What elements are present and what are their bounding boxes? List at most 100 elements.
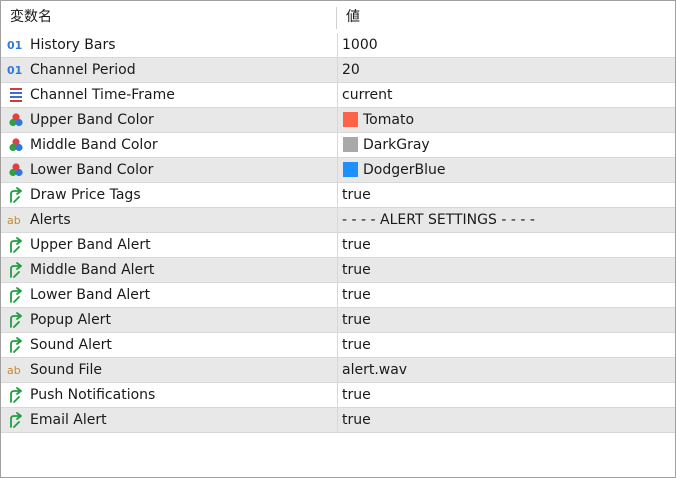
parameter-value: 1000 — [342, 37, 378, 53]
bool-icon — [7, 411, 25, 429]
parameter-value-cell[interactable]: true — [337, 258, 675, 282]
parameter-value: true — [342, 337, 371, 353]
parameter-name: Channel Period — [30, 62, 136, 78]
parameter-name-cell[interactable]: Lower Band Alert — [1, 283, 336, 307]
column-header-value[interactable]: 値 — [346, 1, 360, 33]
parameter-name-cell[interactable]: Email Alert — [1, 408, 336, 432]
parameter-name: Alerts — [30, 212, 71, 228]
parameter-value-cell[interactable]: true — [337, 183, 675, 207]
parameter-row-history-bars[interactable]: 01 History Bars 1000 — [1, 33, 675, 58]
parameter-name-cell[interactable]: Channel Time-Frame — [1, 83, 336, 107]
parameter-name: Middle Band Color — [30, 137, 158, 153]
column-divider[interactable] — [336, 7, 337, 29]
parameter-row-upper-band-color[interactable]: Upper Band Color Tomato — [1, 108, 675, 133]
parameter-value-cell[interactable]: - - - - ALERT SETTINGS - - - - — [337, 208, 675, 232]
parameter-value-cell[interactable]: 20 — [337, 58, 675, 82]
parameter-value: true — [342, 287, 371, 303]
parameter-name-cell[interactable]: Middle Band Alert — [1, 258, 336, 282]
parameter-row-middle-band-alert[interactable]: Middle Band Alert true — [1, 258, 675, 283]
parameter-value-cell[interactable]: true — [337, 308, 675, 332]
parameter-row-channel-period[interactable]: 01 Channel Period 20 — [1, 58, 675, 83]
string-icon: ab — [7, 211, 25, 229]
parameter-row-push-notifications[interactable]: Push Notifications true — [1, 383, 675, 408]
parameter-name-cell[interactable]: 01 History Bars — [1, 33, 336, 57]
svg-text:01: 01 — [7, 64, 22, 77]
bool-icon — [7, 261, 25, 279]
parameter-name: Middle Band Alert — [30, 262, 155, 278]
parameter-name: History Bars — [30, 37, 116, 53]
parameter-value: true — [342, 187, 371, 203]
parameter-name: Sound File — [30, 362, 102, 378]
color-swatch[interactable] — [343, 112, 358, 127]
parameter-name: Sound Alert — [30, 337, 112, 353]
input-parameters-panel: 変数名 値 01 History Bars 1000 01 Channel Period… — [0, 0, 676, 478]
svg-text:ab: ab — [7, 214, 21, 227]
enum-icon — [7, 86, 25, 104]
parameter-value-cell[interactable]: alert.wav — [337, 358, 675, 382]
parameter-row-lower-band-alert[interactable]: Lower Band Alert true — [1, 283, 675, 308]
parameter-name: Channel Time-Frame — [30, 87, 175, 103]
parameter-name: Upper Band Alert — [30, 237, 151, 253]
parameter-value-cell[interactable]: 1000 — [337, 33, 675, 57]
parameter-name-cell[interactable]: Popup Alert — [1, 308, 336, 332]
color-icon — [7, 161, 25, 179]
parameter-name: Push Notifications — [30, 387, 156, 403]
bool-icon — [7, 236, 25, 254]
parameter-value: DarkGray — [363, 137, 430, 153]
color-icon — [7, 111, 25, 129]
parameter-name-cell[interactable]: Middle Band Color — [1, 133, 336, 157]
parameter-value-cell[interactable]: DodgerBlue — [337, 158, 675, 182]
parameter-row-alerts[interactable]: ab Alerts - - - - ALERT SETTINGS - - - - — [1, 208, 675, 233]
parameter-row-draw-price-tags[interactable]: Draw Price Tags true — [1, 183, 675, 208]
int-icon: 01 — [7, 36, 25, 54]
parameter-name-cell[interactable]: ab Alerts — [1, 208, 336, 232]
color-swatch[interactable] — [343, 137, 358, 152]
column-header-name[interactable]: 変数名 — [10, 1, 52, 33]
parameter-value-cell[interactable]: Tomato — [337, 108, 675, 132]
parameter-name-cell[interactable]: Upper Band Alert — [1, 233, 336, 257]
parameter-value: 20 — [342, 62, 360, 78]
parameter-row-sound-alert[interactable]: Sound Alert true — [1, 333, 675, 358]
parameter-row-middle-band-color[interactable]: Middle Band Color DarkGray — [1, 133, 675, 158]
parameter-value-cell[interactable]: true — [337, 383, 675, 407]
parameter-name-cell[interactable]: Upper Band Color — [1, 108, 336, 132]
parameter-row-email-alert[interactable]: Email Alert true — [1, 408, 675, 433]
bool-icon — [7, 286, 25, 304]
string-icon: ab — [7, 361, 25, 379]
color-swatch[interactable] — [343, 162, 358, 177]
parameter-name-cell[interactable]: Push Notifications — [1, 383, 336, 407]
parameter-name-cell[interactable]: Lower Band Color — [1, 158, 336, 182]
parameter-value-cell[interactable]: true — [337, 333, 675, 357]
parameter-value: DodgerBlue — [363, 162, 446, 178]
parameter-name: Draw Price Tags — [30, 187, 141, 203]
bool-icon — [7, 336, 25, 354]
parameter-name-cell[interactable]: 01 Channel Period — [1, 58, 336, 82]
parameter-row-popup-alert[interactable]: Popup Alert true — [1, 308, 675, 333]
parameter-value: true — [342, 262, 371, 278]
parameter-value-cell[interactable]: DarkGray — [337, 133, 675, 157]
parameter-value-cell[interactable]: true — [337, 408, 675, 432]
parameter-value-cell[interactable]: true — [337, 283, 675, 307]
parameter-value: true — [342, 312, 371, 328]
parameter-name-cell[interactable]: Sound Alert — [1, 333, 336, 357]
parameter-value: true — [342, 387, 371, 403]
table-header: 変数名 値 — [1, 1, 675, 33]
parameter-name: Popup Alert — [30, 312, 111, 328]
parameter-value-cell[interactable]: current — [337, 83, 675, 107]
color-icon — [7, 136, 25, 154]
parameter-value: Tomato — [363, 112, 415, 128]
parameter-name-cell[interactable]: Draw Price Tags — [1, 183, 336, 207]
parameter-value: true — [342, 412, 371, 428]
parameter-value: current — [342, 87, 393, 103]
bool-icon — [7, 186, 25, 204]
parameter-row-sound-file[interactable]: ab Sound File alert.wav — [1, 358, 675, 383]
parameter-name: Lower Band Alert — [30, 287, 151, 303]
parameter-row-channel-time-frame[interactable]: Channel Time-Frame current — [1, 83, 675, 108]
parameter-value-cell[interactable]: true — [337, 233, 675, 257]
parameter-value: - - - - ALERT SETTINGS - - - - — [342, 212, 535, 228]
parameter-row-lower-band-color[interactable]: Lower Band Color DodgerBlue — [1, 158, 675, 183]
svg-text:01: 01 — [7, 39, 22, 52]
parameter-name: Lower Band Color — [30, 162, 154, 178]
parameter-name-cell[interactable]: ab Sound File — [1, 358, 336, 382]
parameter-row-upper-band-alert[interactable]: Upper Band Alert true — [1, 233, 675, 258]
